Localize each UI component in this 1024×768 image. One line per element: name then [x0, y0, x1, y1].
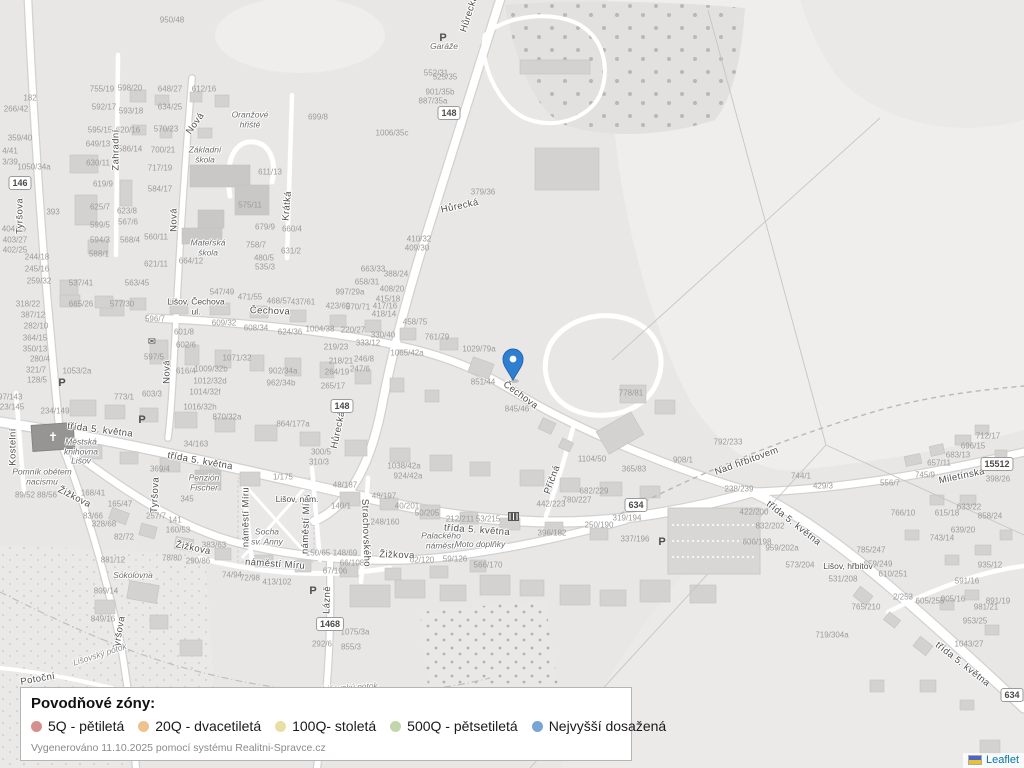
flood-zones-legend: Povodňové zóny: 5Q - pětiletá 20Q - dvace…	[20, 687, 632, 761]
legend-color-dot	[275, 721, 286, 732]
legend-item-label: Nejvyšší dosažená	[549, 718, 667, 734]
legend-color-dot	[138, 721, 149, 732]
ukraine-flag-icon	[968, 755, 982, 765]
legend-item: 20Q - dvacetiletá	[138, 718, 261, 734]
legend-title: Povodňové zóny:	[31, 695, 621, 712]
legend-items: 5Q - pětiletá 20Q - dvacetiletá 100Q- stol…	[31, 718, 621, 734]
legend-color-dot	[390, 721, 401, 732]
map-viewport[interactable]: 950/48182266/42755/19598/20648/27612/165…	[0, 0, 1024, 768]
legend-color-dot	[31, 721, 42, 732]
legend-item-label: 100Q- stoletá	[292, 718, 376, 734]
legend-item: 100Q- stoletá	[275, 718, 376, 734]
generated-note: Vygenerováno 11.10.2025 pomocí systému R…	[31, 742, 621, 754]
landuse-areas	[0, 0, 1024, 768]
legend-item-label: 500Q - pětsetiletá	[407, 718, 518, 734]
legend-color-dot	[532, 721, 543, 732]
map-attribution: Leaflet	[963, 753, 1024, 768]
legend-item-label: 20Q - dvacetiletá	[155, 718, 261, 734]
leaflet-attribution-link[interactable]: Leaflet	[986, 754, 1019, 766]
legend-item: 5Q - pětiletá	[31, 718, 124, 734]
map-canvas[interactable]	[0, 0, 1024, 768]
blue-location-pin[interactable]	[503, 349, 523, 383]
legend-item: 500Q - pětsetiletá	[390, 718, 518, 734]
legend-item: Nejvyšší dosažená	[532, 718, 667, 734]
legend-item-label: 5Q - pětiletá	[48, 718, 124, 734]
